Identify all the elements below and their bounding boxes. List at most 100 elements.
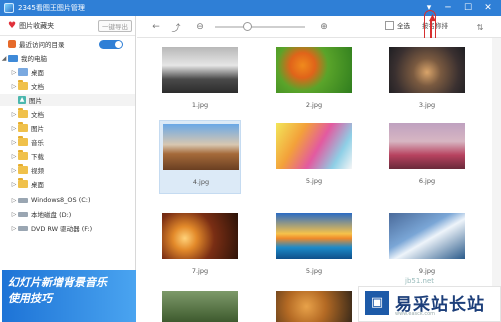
thumbnail-caption: 5.jpg: [305, 267, 323, 275]
tree-item-label: 文档: [31, 83, 44, 91]
back-icon[interactable]: ←: [149, 20, 163, 34]
drive-icon: [18, 211, 28, 217]
image-icon: ▲: [18, 96, 26, 104]
tree-item-label: 本地磁盘 (D:): [31, 211, 72, 219]
tree-item-label: DVD RW 驱动器 (F:): [31, 225, 93, 233]
tree-item-label: 文档: [31, 111, 44, 119]
expand-arrow-icon: ▷: [11, 224, 17, 232]
tree-item-pictures[interactable]: ▲ 图片: [0, 94, 135, 106]
thumbnail-image: [162, 291, 238, 322]
tree-item-desktop-2[interactable]: ▷ 桌面: [0, 178, 44, 190]
folder-icon: [18, 178, 28, 188]
close-button[interactable]: ✕: [480, 0, 496, 16]
window-title: 2345看图王图片管理: [18, 4, 85, 12]
tree-item-label: Windows8_OS (C:): [31, 196, 91, 204]
sort-order-icon[interactable]: ⇅: [474, 20, 486, 34]
favorites-header[interactable]: ♥ 图片收藏夹 一键导出: [0, 16, 135, 36]
folder-icon: [18, 122, 28, 132]
thumbnail-image: [389, 47, 465, 93]
thumbnail-item[interactable]: 5.jpg: [273, 120, 355, 194]
expand-arrow-icon: ▷: [11, 82, 17, 90]
tree-item-desktop[interactable]: ▷ 桌面: [0, 66, 44, 78]
dvd-icon: [18, 225, 28, 231]
thumbnail-item-partial[interactable]: [273, 288, 355, 322]
thumbnail-item[interactable]: 6.jpg: [386, 120, 468, 194]
maximize-button[interactable]: ☐: [460, 0, 476, 16]
thumbnail-item[interactable]: 3.jpg: [386, 44, 468, 118]
thumbnail-image: [163, 124, 239, 170]
watermark-url-top: jb51.net: [405, 277, 435, 285]
tree-item-drive-c[interactable]: ▷ Windows8_OS (C:): [0, 194, 91, 206]
tree-item-label: 桌面: [31, 69, 44, 77]
thumbnail-grid: 1.jpg 2.jpg 3.jpg 4.jpg 5.jpg 6.jpg 7.jp…: [137, 38, 492, 322]
expand-arrow-icon: ▷: [11, 166, 17, 174]
expand-arrow-icon: ▷: [11, 110, 17, 118]
export-button[interactable]: 一键导出: [98, 20, 132, 32]
desktop-icon: [18, 68, 28, 76]
tree-item-pictures-2[interactable]: ▷ 图片: [0, 122, 44, 134]
thumbnail-caption: 3.jpg: [418, 101, 436, 109]
thumbnail-image: [389, 213, 465, 259]
computer-row[interactable]: ◢ 我的电脑: [0, 52, 47, 64]
recent-icon: [8, 40, 16, 48]
thumbnail-item-selected[interactable]: 4.jpg: [159, 120, 241, 194]
thumbnail-caption: 6.jpg: [418, 177, 436, 185]
zoom-in-icon[interactable]: ⊕: [317, 20, 331, 34]
tree-item-dvd-f[interactable]: ▷ DVD RW 驱动器 (F:): [0, 222, 93, 234]
thumbnail-image: [276, 47, 352, 93]
expand-arrow-icon: ▷: [11, 196, 17, 204]
tree-item-documents-2[interactable]: ▷ 文档: [0, 108, 44, 120]
thumbnail-image: [276, 291, 352, 322]
recent-toggle[interactable]: [99, 40, 123, 49]
expand-arrow-icon: ▷: [11, 124, 17, 132]
thumbnail-item[interactable]: 7.jpg: [159, 210, 241, 284]
expand-arrow-icon: ▷: [11, 152, 17, 160]
folder-icon: [18, 164, 28, 174]
select-all-checkbox[interactable]: [385, 21, 394, 30]
expand-arrow-icon: ▷: [11, 180, 17, 188]
scrollbar[interactable]: [492, 38, 501, 322]
thumbnail-item-partial[interactable]: [159, 288, 241, 322]
recent-dirs-row[interactable]: 最近访问的目录: [0, 38, 65, 50]
thumbnail-caption: 2.jpg: [305, 101, 323, 109]
tree-item-music[interactable]: ▷ 音乐: [0, 136, 44, 148]
promo-banner[interactable]: 幻灯片新增背景音乐 使用技巧: [2, 270, 136, 322]
tree-item-label: 图片: [31, 125, 44, 133]
favorites-label: 图片收藏夹: [19, 21, 55, 30]
tree-item-label: 音乐: [31, 139, 44, 147]
thumbnail-image: [389, 123, 465, 169]
select-all-label[interactable]: 全选: [397, 20, 410, 30]
thumbnail-item[interactable]: 9.jpg: [386, 210, 468, 284]
thumbnail-image: [276, 213, 352, 259]
expand-arrow-icon: ▷: [11, 138, 17, 146]
tree-item-documents[interactable]: ▷ 文档: [0, 80, 44, 92]
zoom-out-icon[interactable]: ⊖: [193, 20, 207, 34]
expand-arrow-icon: ▷: [11, 68, 17, 76]
folder-icon: [18, 136, 28, 146]
folder-icon: [18, 80, 28, 90]
tree-item-label: 视频: [31, 167, 44, 175]
zoom-slider[interactable]: [215, 26, 305, 28]
drive-icon: [18, 197, 28, 203]
tree-item-videos[interactable]: ▷ 视频: [0, 164, 44, 176]
folder-icon: [18, 108, 28, 118]
expand-arrow-icon: ▷: [11, 210, 17, 218]
up-folder-icon[interactable]: ⤴: [169, 20, 183, 34]
thumbnail-item[interactable]: 2.jpg: [273, 44, 355, 118]
thumbnail-caption: 5.jpg: [305, 177, 323, 185]
annotation-arrow-icon: ▲: [429, 13, 436, 23]
thumbnail-caption: 1.jpg: [191, 101, 209, 109]
thumbnail-image: [276, 123, 352, 169]
tree-item-drive-d[interactable]: ▷ 本地磁盘 (D:): [0, 208, 72, 220]
thumbnail-item[interactable]: 1.jpg: [159, 44, 241, 118]
app-logo-icon: [4, 3, 14, 13]
thumbnail-item[interactable]: 5.jpg: [273, 210, 355, 284]
tree-item-label: 图片: [29, 97, 42, 105]
thumbnail-image: [162, 47, 238, 93]
banner-line-1: 幻灯片新增背景音乐: [8, 276, 107, 289]
minimize-button[interactable]: ─: [440, 0, 456, 16]
tree-item-label: 下载: [31, 153, 44, 161]
tree-item-downloads[interactable]: ▷ 下载: [0, 150, 44, 162]
zoom-slider-knob[interactable]: [242, 22, 252, 31]
thumbnail-image: [162, 213, 238, 259]
